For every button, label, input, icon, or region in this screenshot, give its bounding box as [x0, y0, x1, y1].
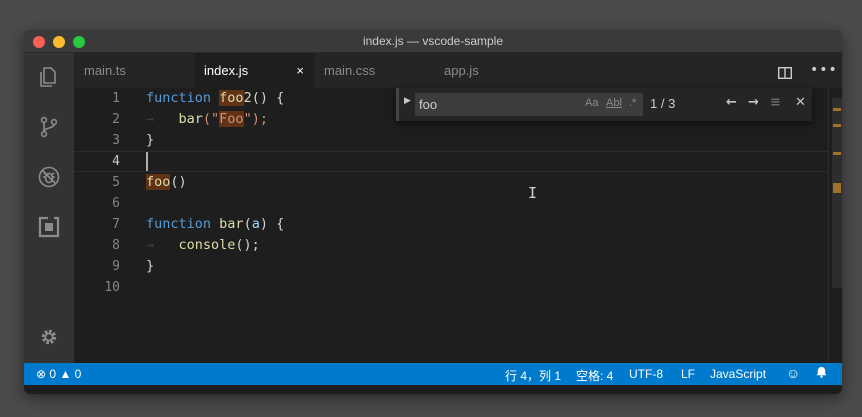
line-number: 3	[112, 133, 120, 148]
mouse-ibeam-icon: I	[528, 184, 538, 202]
punctuation: ) {	[259, 216, 285, 232]
problems-indicator[interactable]: ⊗ 0 ▲ 0	[36, 367, 81, 381]
warning-icon: ▲	[59, 367, 72, 381]
error-count: 0	[49, 367, 57, 381]
string-close: ");	[243, 111, 268, 127]
find-match: Foo	[219, 111, 244, 127]
line-number: 10	[104, 280, 120, 295]
overview-ruler-match	[833, 152, 841, 155]
function-name: bar	[178, 111, 203, 127]
line-number: 8	[112, 238, 120, 253]
line-number: 7	[112, 217, 120, 232]
window-title: index.js — vscode-sample	[362, 34, 504, 48]
indentation[interactable]: 空格: 4	[576, 367, 613, 384]
keyword: function	[146, 90, 212, 106]
encoding[interactable]: UTF-8	[629, 367, 663, 381]
find-match-current: foo	[219, 90, 244, 106]
code-line-9: }	[146, 258, 155, 274]
line-number: 2	[112, 112, 120, 127]
settings-gear-icon[interactable]	[37, 325, 61, 349]
match-case-icon[interactable]: Aa	[585, 97, 598, 109]
tab-bar: main.ts index.js × main.css app.js •••	[74, 53, 842, 88]
close-find-icon[interactable]: ✕	[795, 95, 806, 110]
punctuation: () {	[251, 90, 285, 106]
line-number-current: 4	[112, 154, 120, 169]
text-cursor	[146, 152, 148, 171]
punctuation: ()	[170, 174, 187, 190]
current-line-highlight	[74, 151, 830, 172]
function-name: 2	[243, 90, 252, 106]
tab-main-ts[interactable]: main.ts	[74, 53, 194, 88]
notifications-bell-icon[interactable]	[815, 365, 828, 382]
overview-ruler-cursor	[833, 183, 841, 193]
overview-ruler-match	[833, 124, 841, 127]
code-line-5: foo()	[146, 172, 187, 193]
keyword: function	[146, 216, 212, 232]
code-line-2: → bar("Foo");	[146, 111, 268, 127]
tab-label: app.js	[444, 63, 479, 78]
debug-icon[interactable]	[37, 165, 61, 189]
previous-match-icon[interactable]: ←	[726, 95, 737, 110]
code-line-3: }	[146, 132, 155, 148]
function-name: bar	[219, 216, 244, 232]
tab-app-js[interactable]: app.js	[434, 53, 554, 88]
source-control-icon[interactable]	[37, 115, 61, 139]
feedback-smiley-icon[interactable]: ☺	[786, 365, 800, 381]
parameter: a	[251, 216, 260, 232]
close-tab-icon[interactable]: ×	[296, 53, 304, 88]
tab-actions: •••	[772, 53, 842, 88]
find-match: foo	[146, 174, 171, 190]
title-bar: index.js — vscode-sample	[24, 30, 842, 53]
toggle-replace-icon[interactable]: ▶	[404, 96, 411, 106]
warning-count: 0	[74, 367, 82, 381]
cursor-position[interactable]: 行 4，列 1	[505, 367, 561, 384]
punctuation: (	[243, 216, 252, 232]
line-number: 9	[112, 259, 120, 274]
code-line-7: function bar(a) {	[146, 214, 284, 235]
code-line-8: → console();	[146, 237, 260, 253]
end-of-line[interactable]: LF	[681, 367, 695, 381]
tab-index-js[interactable]: index.js ×	[194, 53, 314, 88]
app-window: index.js — vscode-sample main.ts index.j…	[24, 30, 842, 394]
tab-main-css[interactable]: main.css	[314, 53, 434, 88]
line-number: 6	[112, 196, 120, 211]
more-actions-icon[interactable]: •••	[810, 62, 838, 78]
code-line-1: function foo2() {	[146, 88, 284, 109]
match-count: 1 / 3	[650, 96, 676, 111]
function-name: console	[178, 237, 236, 253]
extensions-icon[interactable]	[37, 215, 61, 239]
language-mode[interactable]: JavaScript	[710, 367, 766, 381]
line-number: 5	[112, 175, 120, 190]
tab-label: index.js	[204, 63, 249, 78]
whole-word-icon[interactable]: Abl	[606, 97, 622, 109]
regex-icon[interactable]: .*	[629, 97, 636, 109]
activity-bar	[24, 53, 74, 363]
line-number-gutter: 1 2 3 4 5 6 7 8 9 10	[74, 88, 140, 363]
find-widget: ▶ Aa Abl .* 1 / 3 ← → ≡ ✕	[396, 88, 812, 121]
find-in-selection-icon[interactable]: ≡	[770, 95, 781, 110]
split-editor-icon[interactable]	[777, 64, 793, 80]
overview-ruler-match	[833, 108, 841, 111]
vertical-scrollbar[interactable]	[828, 88, 842, 363]
editor[interactable]: 1 2 3 4 5 6 7 8 9 10 function foo2() { →…	[74, 88, 842, 363]
status-bar: ⊗ 0 ▲ 0 行 4，列 1 空格: 4 UTF-8 LF JavaScrip…	[24, 363, 842, 385]
tab-label: main.ts	[84, 63, 126, 78]
explorer-icon[interactable]	[37, 65, 61, 89]
next-match-icon[interactable]: →	[748, 95, 759, 110]
line-number: 1	[112, 91, 120, 106]
string-open: ("	[202, 111, 220, 127]
punctuation: ();	[235, 237, 260, 253]
error-icon: ⊗	[36, 367, 47, 381]
tab-label: main.css	[324, 63, 376, 78]
